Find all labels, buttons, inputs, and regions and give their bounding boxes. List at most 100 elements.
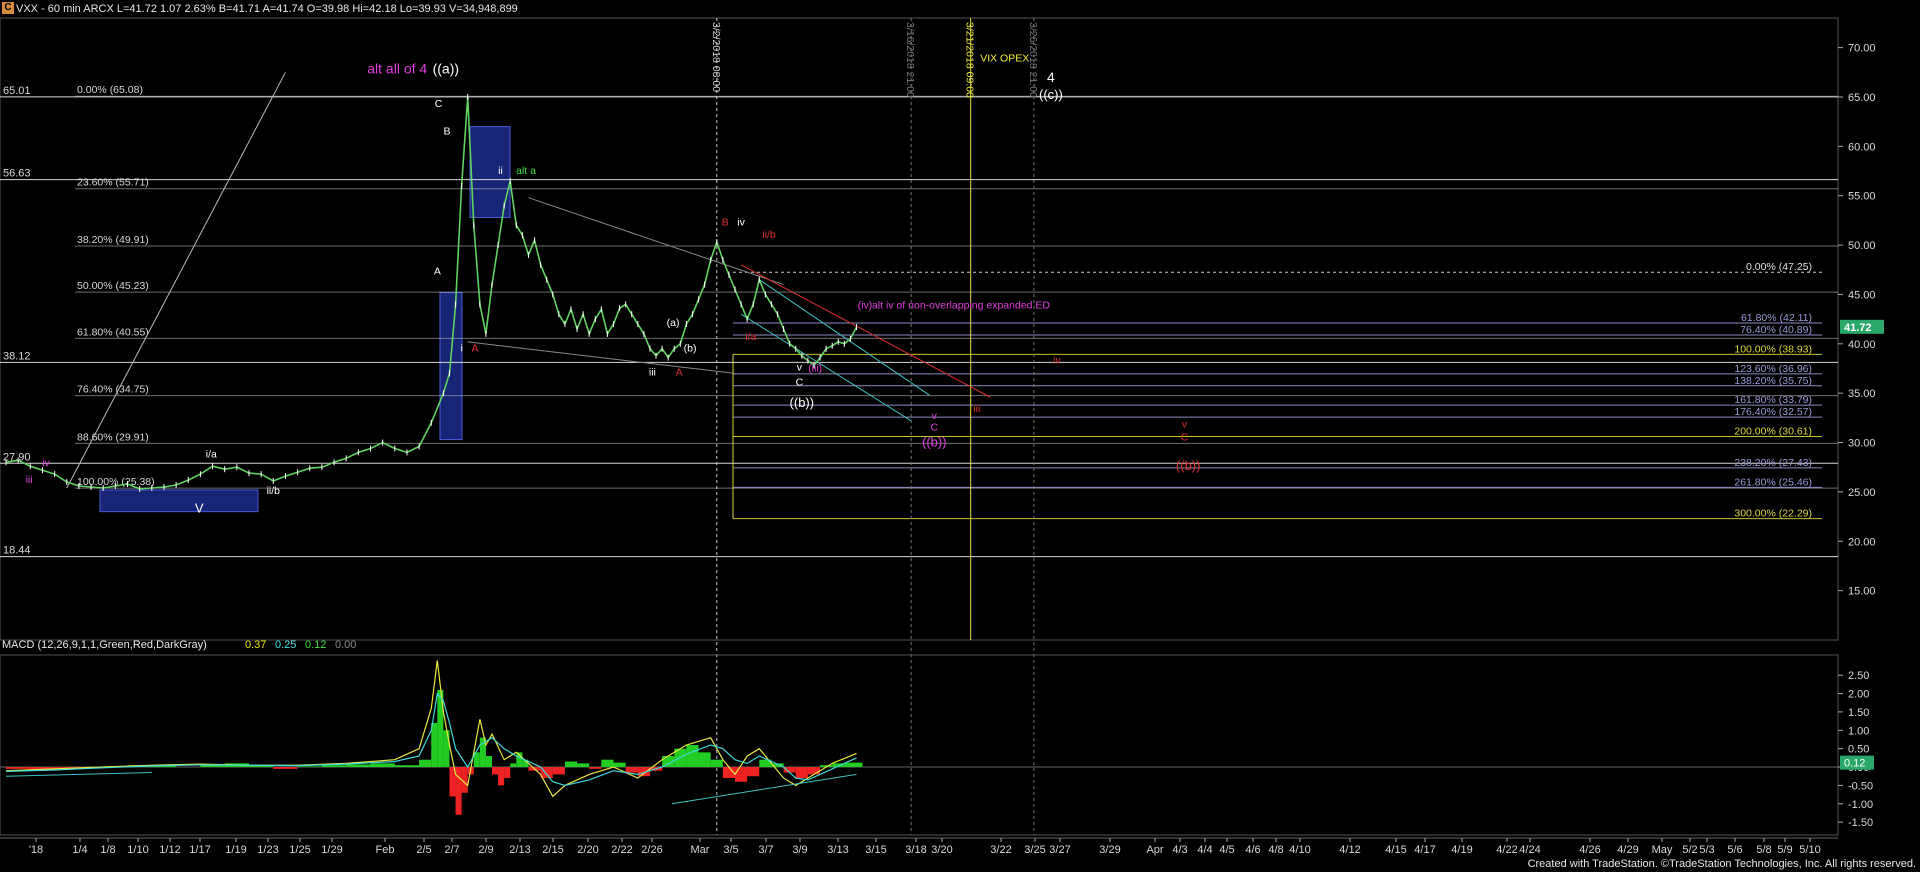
wave-label: v [797, 361, 803, 373]
footer-credit: Created with TradeStation. ©TradeStation… [1527, 858, 1916, 870]
x-tick-label: 1/19 [225, 844, 246, 856]
x-tick-label: 5/2 [1682, 844, 1697, 856]
price-y-tick-label: 30.00 [1848, 438, 1876, 450]
x-tick-label: 1/29 [321, 844, 342, 856]
macd-histogram-bar [297, 766, 322, 768]
trend-line-upper [528, 197, 784, 286]
wave-label: i [460, 343, 462, 355]
fib-right-label: 176.40% (32.57) [1734, 406, 1812, 418]
x-tick-label: 5/8 [1756, 844, 1771, 856]
wave-label: ((b)) [1176, 458, 1201, 473]
wave-label: V [195, 501, 204, 516]
x-tick-label: 4/17 [1414, 844, 1435, 856]
x-tick-label: 3/29 [1099, 844, 1120, 856]
price-y-tick-label: 35.00 [1848, 388, 1876, 400]
x-tick-label: 1/10 [127, 844, 148, 856]
price-y-tick-label: 65.00 [1848, 92, 1876, 104]
macd-histogram-bar [552, 767, 565, 775]
wave-label: iv [1053, 355, 1061, 367]
macd-histogram-bar [698, 752, 711, 768]
x-tick-label: 4/5 [1219, 844, 1234, 856]
fib-left-label: 50.00% (45.23) [77, 280, 149, 292]
level-label: 38.12 [3, 350, 31, 362]
x-tick-label: 3/5 [723, 844, 738, 856]
x-tick-label: May [1652, 844, 1673, 856]
macd-histogram-bar [735, 767, 748, 782]
x-tick-label: 4/8 [1268, 844, 1283, 856]
x-tick-label: 4/10 [1289, 844, 1310, 856]
x-tick-label: 5/6 [1727, 844, 1742, 856]
wave-label: ((a)) [433, 60, 459, 76]
macd-histogram-bar [431, 722, 438, 768]
macd-histogram-bar [613, 762, 626, 768]
fib-left-label: 38.20% (49.91) [77, 234, 149, 246]
wave-label: C [930, 422, 938, 434]
x-tick-label: 2/15 [542, 844, 563, 856]
x-tick-label: 1/23 [257, 844, 278, 856]
wave-label: B [722, 216, 729, 228]
wave-label: ((b)) [790, 395, 815, 410]
wave-label: (a) [667, 317, 680, 329]
x-tick-label: 4/4 [1197, 844, 1212, 856]
x-tick-label: 4/15 [1385, 844, 1406, 856]
wave-label: alt all of 4 [367, 60, 427, 76]
macd-histogram-bar [577, 763, 590, 768]
macd-trend-line [671, 773, 857, 805]
x-tick-label: 5/9 [1777, 844, 1792, 856]
x-tick-label: 1/17 [189, 844, 210, 856]
price-y-tick-label: 20.00 [1848, 536, 1876, 548]
macd-histogram-bar [455, 767, 462, 815]
wave-label: ii [498, 165, 503, 177]
x-tick-label: 2/20 [577, 844, 598, 856]
fib-right-label: 200.00% (30.61) [1734, 426, 1812, 438]
x-tick-label: 1/4 [72, 844, 87, 856]
fib-right-label: 0.00% (47.25) [1746, 261, 1812, 273]
blue-zone-box [439, 291, 463, 441]
price-line [5, 96, 858, 490]
level-label: 65.01 [3, 85, 31, 97]
macd-histogram-bar [795, 767, 808, 779]
macd-y-tick-label: 0.50 [1848, 744, 1869, 756]
x-tick-label: Apr [1146, 844, 1163, 856]
wave-label: (iv) [858, 299, 873, 311]
price-header: VXX - 60 min ARCX L=41.72 1.07 2.63% B=4… [16, 3, 518, 15]
price-y-tick-label: 55.00 [1848, 191, 1876, 203]
fib-left-label: 88.60% (29.91) [77, 431, 149, 443]
x-tick-label: 4/3 [1172, 844, 1187, 856]
wave-label: alt a [516, 165, 536, 177]
fib-left-label: 76.40% (34.75) [77, 384, 149, 396]
x-tick-label: 2/9 [478, 844, 493, 856]
wave-label: C [435, 98, 443, 110]
macd-value-2: 0.25 [275, 639, 296, 651]
wave-label: 4 [1047, 69, 1055, 85]
macd-histogram-bar [710, 759, 723, 768]
x-tick-label: 5/3 [1699, 844, 1714, 856]
macd-y-tick-label: -0.50 [1848, 780, 1873, 792]
macd-histogram-bar [6, 767, 31, 769]
x-tick-label: 2/13 [509, 844, 530, 856]
x-tick-label: 2/7 [444, 844, 459, 856]
price-panel: 15.0020.0025.0030.0035.0040.0045.0050.00… [0, 17, 1884, 835]
macd-histogram-bar [747, 767, 760, 777]
x-tick-label: 2/22 [611, 844, 632, 856]
x-tick-label: 4/12 [1339, 844, 1360, 856]
x-tick-label: 5/10 [1799, 844, 1820, 856]
macd-histogram-bar [394, 765, 420, 768]
x-tick-label: 2/5 [416, 844, 431, 856]
wave-label: iv [42, 457, 50, 469]
macd-histogram-bar [321, 765, 347, 768]
x-tick-label: 3/22 [990, 844, 1011, 856]
wave-label: C [796, 376, 804, 388]
fib-right-label: 138.20% (35.75) [1734, 375, 1812, 387]
macd-y-tick-label: -1.50 [1848, 817, 1873, 829]
price-y-tick-label: 45.00 [1848, 289, 1876, 301]
fib-left-label: 61.80% (40.55) [77, 326, 149, 338]
x-tick-label: 1/8 [100, 844, 115, 856]
x-tick-label: 3/20 [931, 844, 952, 856]
x-tick-label: 3/18 [905, 844, 926, 856]
red-channel-line [740, 264, 991, 398]
macd-header: MACD (12,26,9,1,1,Green,Red,DarkGray) [2, 639, 207, 651]
macd-histogram-bar [510, 763, 517, 768]
macd-value-1: 0.37 [245, 639, 266, 651]
price-y-tick-label: 70.00 [1848, 43, 1876, 55]
